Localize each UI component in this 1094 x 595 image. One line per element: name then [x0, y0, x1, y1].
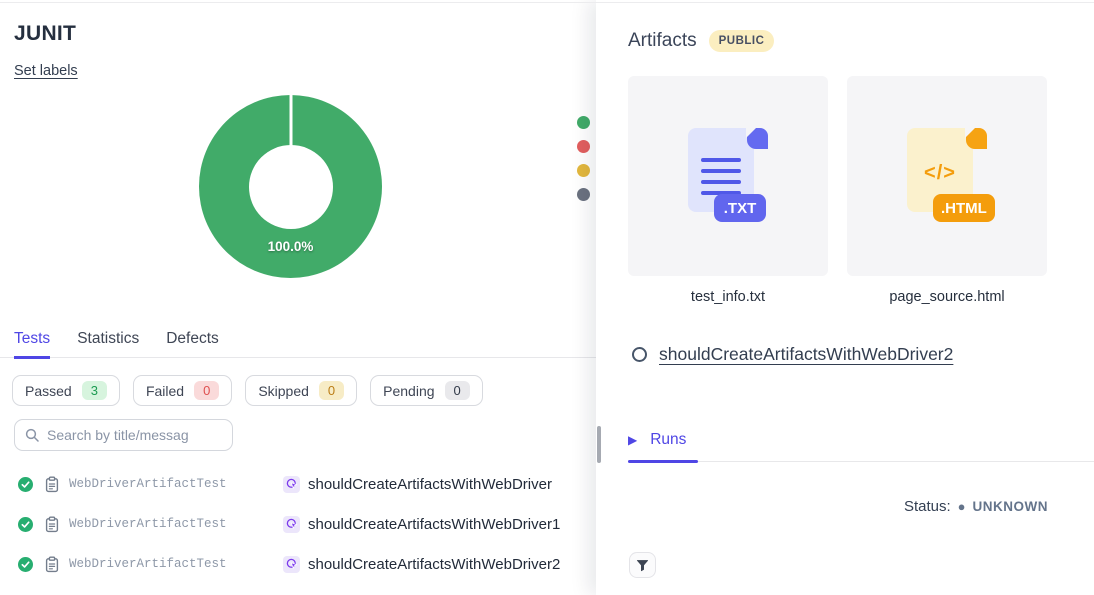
linked-test-link[interactable]: shouldCreateArtifactsWithWebDriver2 [659, 344, 953, 365]
test-row[interactable]: WebDriverArtifactTest shouldCreateArtifa… [0, 504, 660, 544]
file-ext-badge: .TXT [714, 194, 766, 222]
test-list: WebDriverArtifactTest shouldCreateArtifa… [0, 464, 660, 584]
search-icon [25, 428, 39, 442]
suite-name: WebDriverArtifactTest [69, 517, 283, 531]
status-value: UNKNOWN [973, 499, 1049, 514]
artifact-cards: .TXT </> .HTML [628, 76, 1047, 276]
tab-statistics[interactable]: Statistics [77, 330, 139, 357]
triangle-right-icon: ▶ [628, 433, 637, 447]
test-name-link[interactable]: shouldCreateArtifactsWithWebDriver2 [308, 556, 560, 573]
filter-chip-pending[interactable]: Pending 0 [370, 375, 483, 406]
test-name-link[interactable]: shouldCreateArtifactsWithWebDriver [308, 476, 552, 493]
chart-legend [577, 116, 590, 201]
set-labels-link[interactable]: Set labels [14, 63, 78, 79]
runs-section: ▶ Runs [628, 431, 1094, 463]
artifact-filenames: test_info.txt page_source.html [628, 289, 1047, 305]
passed-check-icon [18, 557, 33, 572]
filter-label: Skipped [258, 383, 309, 399]
top-divider [0, 2, 1094, 3]
legend-dot-pending [577, 188, 590, 201]
file-ext-badge: .HTML [933, 194, 995, 222]
page-title: JUNIT [14, 22, 76, 46]
visibility-badge: PUBLIC [709, 30, 775, 52]
test-name-link[interactable]: shouldCreateArtifactsWithWebDriver1 [308, 516, 560, 533]
filter-chip-failed[interactable]: Failed 0 [133, 375, 232, 406]
legend-dot-failed [577, 140, 590, 153]
drawer-scrollbar[interactable] [597, 426, 601, 463]
code-glyph: </> [907, 162, 973, 185]
filter-button[interactable] [629, 552, 656, 578]
clipboard-icon [44, 556, 60, 573]
click-target-icon [283, 476, 300, 493]
status-dot-icon: ● [958, 500, 966, 513]
results-donut-chart: 100.0% [199, 95, 382, 278]
filter-count-badge: 0 [319, 381, 344, 400]
runs-toggle[interactable]: ▶ Runs [628, 431, 1094, 449]
txt-file-icon: .TXT [688, 128, 768, 224]
click-target-icon [283, 516, 300, 533]
filter-count-badge: 0 [445, 381, 470, 400]
html-file-icon: </> .HTML [907, 128, 987, 224]
donut-notch [289, 95, 292, 147]
filter-label: Pending [383, 383, 434, 399]
runs-underline [628, 460, 1094, 463]
passed-check-icon [18, 517, 33, 532]
donut-hole [249, 145, 333, 229]
filter-chip-skipped[interactable]: Skipped 0 [245, 375, 357, 406]
artifacts-drawer: Artifacts PUBLIC .TXT </> .HTML test_inf… [596, 0, 1094, 595]
tab-defects[interactable]: Defects [166, 330, 219, 357]
artifact-filename: test_info.txt [628, 289, 828, 305]
filter-label: Failed [146, 383, 184, 399]
click-target-icon [283, 556, 300, 573]
test-row[interactable]: WebDriverArtifactTest shouldCreateArtifa… [0, 544, 660, 584]
filter-count-badge: 0 [194, 381, 219, 400]
filter-count-badge: 3 [82, 381, 107, 400]
artifact-filename: page_source.html [847, 289, 1047, 305]
drawer-title: Artifacts [628, 30, 697, 52]
status-row: Status: ● UNKNOWN [904, 498, 1048, 515]
clipboard-icon [44, 516, 60, 533]
status-label: Status: [904, 498, 951, 515]
unknown-status-circle-icon [632, 347, 647, 362]
filter-label: Passed [25, 383, 72, 399]
clipboard-icon [44, 476, 60, 493]
search-input[interactable] [47, 427, 222, 443]
suite-name: WebDriverArtifactTest [69, 557, 283, 571]
legend-dot-skipped [577, 164, 590, 177]
tab-tests[interactable]: Tests [14, 330, 50, 359]
search-box [14, 419, 233, 451]
runs-label: Runs [650, 431, 686, 449]
funnel-icon [636, 559, 649, 572]
artifact-card-html[interactable]: </> .HTML [847, 76, 1047, 276]
passed-check-icon [18, 477, 33, 492]
linked-test-row: shouldCreateArtifactsWithWebDriver2 [632, 344, 953, 365]
drawer-header: Artifacts PUBLIC [628, 30, 774, 52]
status-filter-chips: Passed 3 Failed 0 Skipped 0 Pending 0 [12, 375, 483, 406]
artifact-card-txt[interactable]: .TXT [628, 76, 828, 276]
suite-name: WebDriverArtifactTest [69, 477, 283, 491]
legend-dot-passed [577, 116, 590, 129]
filter-chip-passed[interactable]: Passed 3 [12, 375, 120, 406]
test-row[interactable]: WebDriverArtifactTest shouldCreateArtifa… [0, 464, 660, 504]
donut-percentage-label: 100.0% [268, 239, 314, 254]
